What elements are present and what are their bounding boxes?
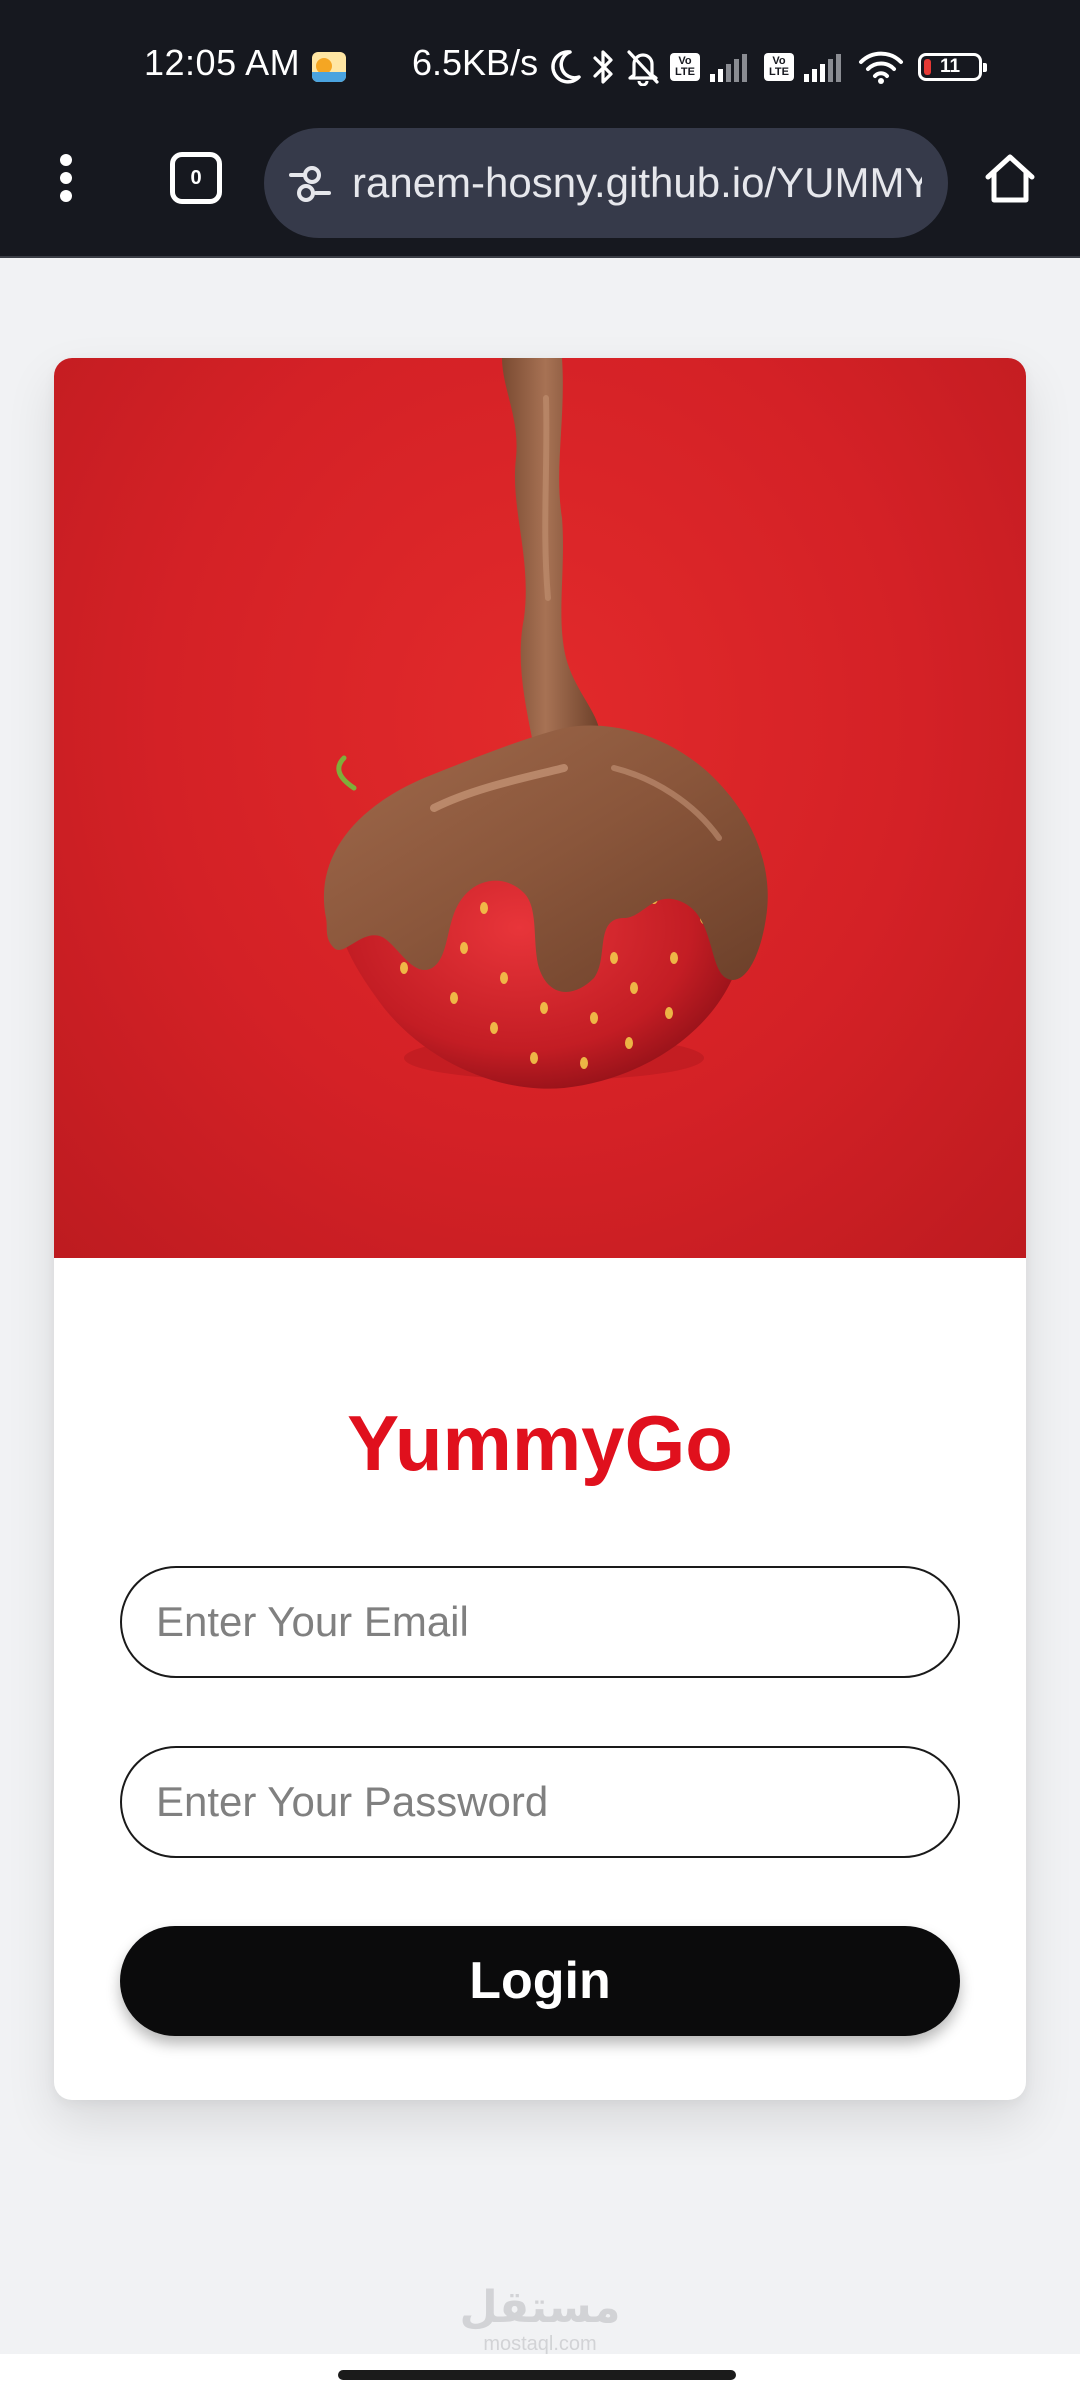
app-title: YummyGo xyxy=(347,1399,733,1487)
hero-image xyxy=(54,358,1026,1258)
url-text[interactable]: ranem-hosny.github.io/YUMMYGO xyxy=(352,128,922,238)
chocolate-strawberry-illustration xyxy=(323,358,768,1089)
browser-toolbar: 0 ranem-hosny.github.io/YUMMYGO xyxy=(0,120,1080,258)
address-bar[interactable]: ranem-hosny.github.io/YUMMYGO xyxy=(264,128,948,238)
status-icons: Vo LTE Vo LTE 11 xyxy=(548,44,987,90)
tab-switcher-icon[interactable]: 0 xyxy=(170,152,222,204)
login-button[interactable]: Login xyxy=(120,1926,960,2036)
do-not-disturb-moon-icon xyxy=(551,50,581,84)
more-vert-icon[interactable] xyxy=(36,148,96,208)
login-card: YummyGo Login xyxy=(54,358,1026,2100)
signal-icon xyxy=(710,54,747,82)
status-time: 12:05 AM xyxy=(144,42,301,83)
email-field[interactable] xyxy=(120,1566,960,1678)
signal-icon xyxy=(804,54,841,82)
battery-level: 11 xyxy=(939,56,961,77)
volte-icon: Vo LTE xyxy=(764,53,794,81)
home-icon[interactable] xyxy=(982,150,1038,206)
app-notification-icon xyxy=(312,52,346,82)
password-field[interactable] xyxy=(120,1746,960,1858)
battery-icon: 11 xyxy=(918,53,987,81)
watermark: مستقل mostaql.com xyxy=(0,2282,1080,2355)
volte-icon: Vo LTE xyxy=(670,53,700,81)
network-speed: 6.5KB/s xyxy=(412,42,539,83)
gesture-handle[interactable] xyxy=(338,2370,736,2380)
status-bar: 12:05 AM 6.5KB/s Vo LTE Vo LTE 11 xyxy=(0,0,1080,120)
notifications-off-icon xyxy=(627,50,659,86)
bluetooth-icon xyxy=(593,50,613,84)
watermark-latin: mostaql.com xyxy=(483,2333,597,2355)
wifi-icon xyxy=(859,51,903,84)
site-settings-icon[interactable] xyxy=(288,164,332,204)
watermark-arabic: مستقل xyxy=(459,2282,621,2333)
